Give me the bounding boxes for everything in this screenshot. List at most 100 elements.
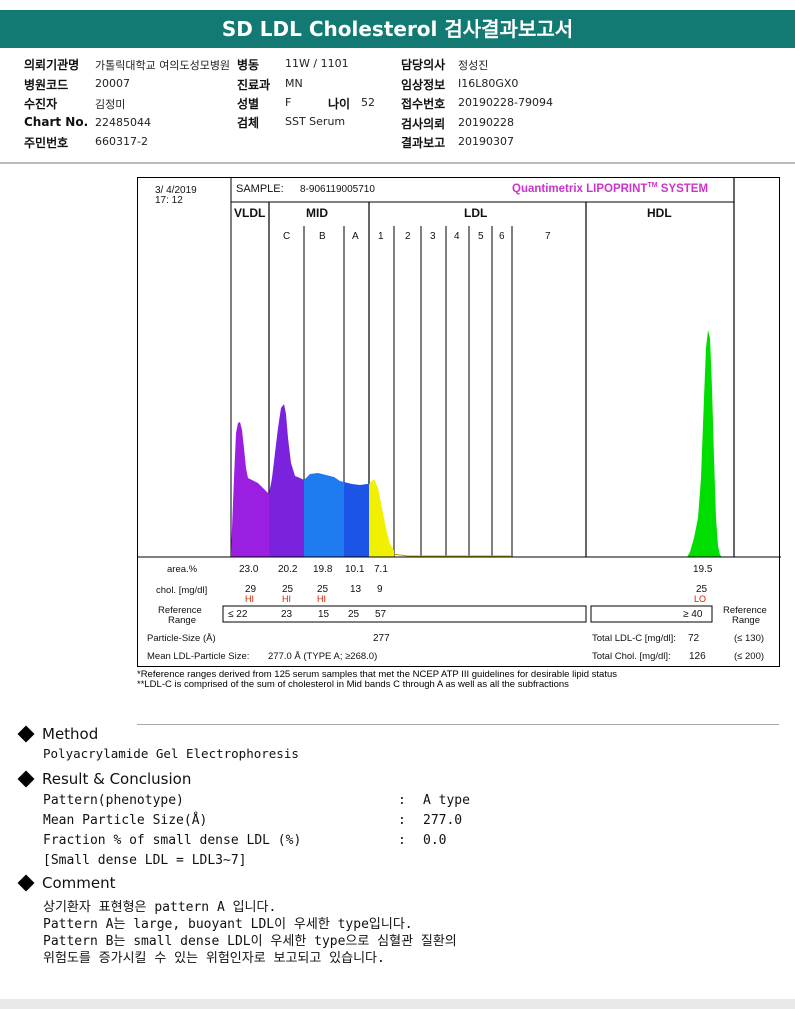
ref-value: 25 bbox=[348, 609, 360, 620]
info-value: I16L80GX0 bbox=[458, 77, 519, 90]
info-label: 진료과 bbox=[237, 78, 271, 92]
info-label: 결과보고 bbox=[401, 136, 446, 150]
total-chol-value: 126 bbox=[689, 651, 706, 662]
info-label: 병동 bbox=[237, 58, 260, 72]
group-vldl: VLDL bbox=[234, 206, 266, 220]
chol-label: chol. [mg/dl] bbox=[156, 585, 208, 596]
divider bbox=[137, 724, 779, 725]
hdl-peak bbox=[687, 330, 722, 557]
info-value: MN bbox=[285, 77, 303, 90]
sample-label: SAMPLE: bbox=[236, 183, 284, 195]
mean-ldl-value: 277.0 Å (TYPE A; ≥268.0) bbox=[268, 651, 378, 662]
area-value: 19.5 bbox=[693, 564, 713, 575]
total-chol-label: Total Chol. [mg/dl]: bbox=[592, 651, 671, 662]
particle-size-label: Particle-Size (Å) bbox=[147, 633, 216, 644]
ldl1-peak bbox=[369, 479, 394, 557]
ref-value: 23 bbox=[281, 609, 293, 620]
total-ldl-value: 72 bbox=[688, 633, 700, 644]
info-value: 660317-2 bbox=[95, 135, 148, 148]
band-label: B bbox=[319, 231, 326, 242]
total-ldl-label: Total LDL-C [mg/dl]: bbox=[592, 633, 676, 644]
info-label: 의뢰기관명 bbox=[24, 58, 80, 72]
midband-c-peak bbox=[269, 404, 304, 557]
lipoprint-report: 3/ 4/2019 17: 12 SAMPLE: 8-906119005710 … bbox=[137, 177, 781, 667]
ref-value: 57 bbox=[375, 609, 387, 620]
diamond-bullet-icon bbox=[17, 874, 35, 892]
report-time: 17: 12 bbox=[155, 195, 183, 206]
divider bbox=[0, 162, 795, 164]
info-label: 나이 bbox=[328, 97, 351, 111]
result-sep: : bbox=[398, 793, 406, 808]
band-label: 5 bbox=[478, 231, 484, 242]
info-value: F bbox=[285, 96, 292, 109]
area-label: area.% bbox=[167, 564, 198, 575]
info-value: 가톨릭대학교 여의도성모병원 bbox=[95, 59, 231, 72]
band-label: 2 bbox=[405, 231, 411, 242]
chol-value: 9 bbox=[377, 584, 383, 595]
info-label: 검체 bbox=[237, 116, 260, 130]
report-title: SD LDL Cholesterol 검사결과보고서 bbox=[0, 10, 795, 48]
band-label: A bbox=[352, 231, 359, 242]
info-value: 20190228-79094 bbox=[458, 96, 553, 109]
info-value: 20007 bbox=[95, 77, 130, 90]
midband-b-peak bbox=[304, 473, 344, 557]
method-text: Polyacrylamide Gel Electrophoresis bbox=[43, 746, 299, 761]
area-value: 19.8 bbox=[313, 564, 333, 575]
info-value: 11W / 1101 bbox=[285, 57, 349, 70]
info-label: 검사의뢰 bbox=[401, 117, 446, 131]
reference-range-box bbox=[222, 605, 587, 623]
patient-info: 의뢰기관명 가톨릭대학교 여의도성모병원 병동 11W / 1101 담당의사 … bbox=[0, 56, 795, 156]
mean-ldl-label: Mean LDL-Particle Size: bbox=[147, 651, 250, 662]
result-value: 277.0 bbox=[423, 813, 463, 828]
result-label: Mean Particle Size(Å) bbox=[43, 813, 208, 828]
particle-size-value: 277 bbox=[373, 633, 390, 644]
section-heading: Method bbox=[42, 725, 99, 743]
info-value: SST Serum bbox=[285, 115, 346, 128]
band-label: 7 bbox=[545, 231, 551, 242]
electrophoresis-graph bbox=[138, 178, 781, 623]
info-label: 병원코드 bbox=[24, 78, 69, 92]
section-heading: Result & Conclusion bbox=[42, 770, 192, 788]
info-label: 임상정보 bbox=[401, 78, 446, 92]
comment-line: 위험도를 증가시킬 수 있는 위험인자로 보고되고 있습니다. bbox=[43, 951, 385, 966]
area-value: 20.2 bbox=[278, 564, 298, 575]
band-label: 4 bbox=[454, 231, 460, 242]
info-value: 20190228 bbox=[458, 116, 514, 129]
info-label: 주민번호 bbox=[24, 136, 69, 150]
area-value: 23.0 bbox=[239, 564, 259, 575]
method-section: Method bbox=[17, 725, 99, 743]
info-label: 성별 bbox=[237, 97, 260, 111]
group-mid: MID bbox=[306, 206, 328, 220]
info-value: 김정미 bbox=[95, 98, 126, 111]
footnote: **LDL-C is comprised of the sum of chole… bbox=[137, 679, 569, 690]
ref-value: 15 bbox=[318, 609, 330, 620]
info-label: 담당의사 bbox=[401, 58, 446, 72]
result-value: A type bbox=[423, 793, 470, 808]
info-value: 22485044 bbox=[95, 116, 151, 129]
system-name: Quantimetrix LIPOPRINTTM SYSTEM bbox=[512, 182, 709, 195]
info-value: 정성진 bbox=[458, 59, 489, 72]
chol-value: 13 bbox=[350, 584, 362, 595]
band-label: C bbox=[283, 231, 291, 242]
band-label: 1 bbox=[378, 231, 384, 242]
group-ldl: LDL bbox=[464, 206, 488, 220]
info-label: 접수번호 bbox=[401, 97, 446, 111]
ref-value: ≤ 22 bbox=[228, 609, 248, 620]
vldl-peak bbox=[231, 422, 269, 557]
area-value: 10.1 bbox=[345, 564, 365, 575]
footer-band bbox=[0, 999, 795, 1009]
area-value: 7.1 bbox=[374, 564, 388, 575]
comment-section: Comment bbox=[17, 874, 116, 892]
result-section: Result & Conclusion bbox=[17, 770, 192, 788]
section-heading: Comment bbox=[42, 874, 116, 892]
ref-value: ≥ 40 bbox=[683, 609, 703, 620]
group-hdl: HDL bbox=[647, 206, 672, 220]
band-label: 3 bbox=[430, 231, 436, 242]
ldl-tail-line bbox=[393, 553, 512, 557]
result-label: Fraction % of small dense LDL (%) bbox=[43, 833, 302, 848]
result-label: Pattern(phenotype) bbox=[43, 793, 184, 808]
total-ldl-ref: (≤ 130) bbox=[734, 633, 765, 644]
result-sep: : bbox=[398, 833, 406, 848]
info-label: Chart No. bbox=[24, 115, 89, 129]
diamond-bullet-icon bbox=[17, 770, 35, 788]
